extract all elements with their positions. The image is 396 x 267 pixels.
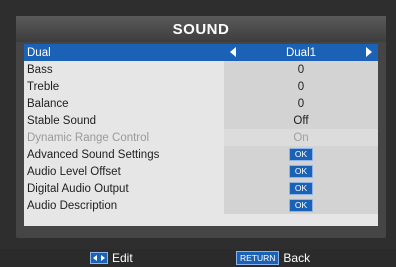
left-right-arrows-icon — [90, 252, 108, 264]
back-label: Back — [283, 251, 311, 265]
edit-hint: Edit — [90, 251, 133, 265]
menu-item-audio-description[interactable]: Audio Description OK — [24, 197, 378, 214]
menu-item-digital-audio-output[interactable]: Digital Audio Output OK — [24, 180, 378, 197]
menu-item-value: 0 — [224, 95, 378, 112]
menu-item-value: On — [224, 129, 378, 146]
tv-screen: SOUND Dual Dual1 Bass 0 Treble 0 Balance — [0, 0, 396, 267]
menu-item-treble[interactable]: Treble 0 — [24, 78, 378, 95]
menu-item-label: Bass — [27, 63, 53, 76]
menu-item-dynamic-range-control: Dynamic Range Control On — [24, 129, 378, 146]
edit-label: Edit — [112, 251, 133, 265]
sound-menu-panel: SOUND Dual Dual1 Bass 0 Treble 0 Balance — [16, 16, 386, 238]
menu-item-value: OK — [224, 163, 378, 180]
menu-item-value: Off — [224, 112, 378, 129]
menu-item-label: Treble — [27, 80, 60, 93]
menu-item-audio-level-offset[interactable]: Audio Level Offset OK — [24, 163, 378, 180]
menu-title: SOUND — [16, 16, 386, 42]
menu-item-dual[interactable]: Dual Dual1 — [24, 44, 378, 61]
menu-item-value: OK — [224, 146, 378, 163]
arrow-right-icon[interactable] — [366, 47, 372, 57]
menu-item-stable-sound[interactable]: Stable Sound Off — [24, 112, 378, 129]
help-bar: Edit RETURN Back — [0, 249, 396, 267]
ok-button[interactable]: OK — [288, 182, 314, 195]
back-hint: RETURN Back — [236, 251, 310, 265]
return-key-icon: RETURN — [236, 251, 280, 265]
menu-item-advanced-sound-settings[interactable]: Advanced Sound Settings OK — [24, 146, 378, 163]
menu-item-label: Digital Audio Output — [27, 182, 129, 195]
menu-item-label: Dual — [27, 46, 51, 59]
menu-item-label: Audio Description — [27, 199, 118, 212]
menu-item-label: Advanced Sound Settings — [27, 148, 160, 161]
menu-item-balance[interactable]: Balance 0 — [24, 95, 378, 112]
menu-item-label: Stable Sound — [27, 114, 97, 127]
menu-item-label: Dynamic Range Control — [27, 131, 150, 144]
menu-item-value: OK — [224, 180, 378, 197]
menu-item-value: Dual1 — [285, 46, 317, 59]
menu-item-value: 0 — [224, 78, 378, 95]
menu-item-value: OK — [224, 197, 378, 214]
dual-value[interactable]: Dual1 — [224, 44, 378, 61]
menu-item-bass[interactable]: Bass 0 — [24, 61, 378, 78]
menu-item-value: 0 — [224, 61, 378, 78]
menu-item-label: Balance — [27, 97, 69, 110]
menu-item-label: Audio Level Offset — [27, 165, 121, 178]
ok-button[interactable]: OK — [288, 199, 314, 212]
ok-button[interactable]: OK — [288, 165, 314, 178]
sound-menu-list: Dual Dual1 Bass 0 Treble 0 Balance 0 Sta… — [24, 44, 378, 226]
ok-button[interactable]: OK — [288, 148, 314, 161]
arrow-left-icon[interactable] — [230, 47, 236, 57]
